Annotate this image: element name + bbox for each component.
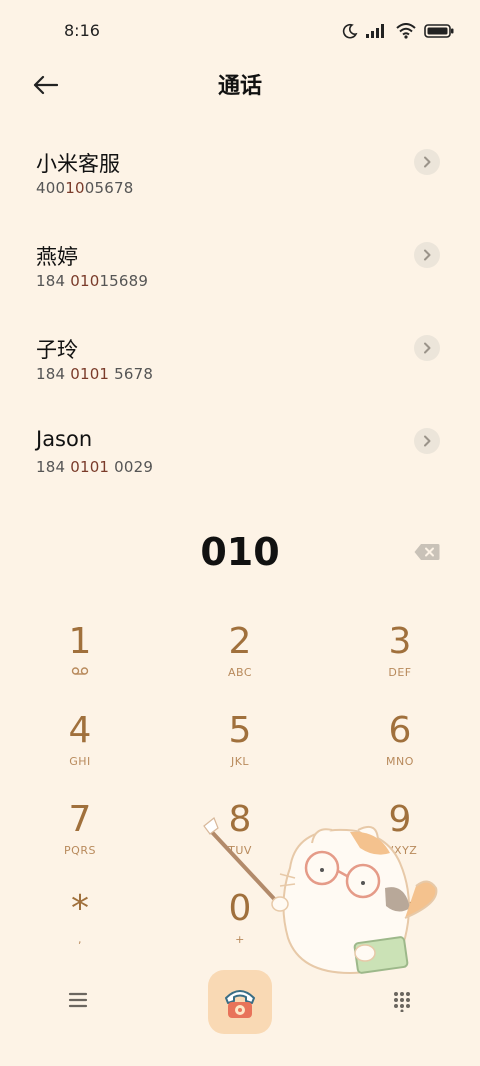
key-letters: WXYZ	[382, 844, 418, 857]
contact-number: 184 0101 0029	[36, 458, 154, 476]
key-star[interactable]: * ,	[20, 887, 140, 967]
page-title: 通话	[217, 74, 262, 99]
contact-item[interactable]: 燕婷 184 01015689	[0, 241, 480, 321]
phone-call-icon	[225, 990, 255, 1018]
contact-detail-button[interactable]	[414, 335, 440, 361]
key-digit: 9	[388, 799, 412, 840]
bottom-bar	[0, 968, 480, 1034]
wifi-icon	[396, 23, 416, 39]
key-digit: 3	[388, 621, 412, 662]
key-letters: +	[235, 933, 245, 946]
key-hash[interactable]: #	[340, 887, 460, 967]
contact-item[interactable]: Jason 184 0101 0029	[0, 427, 480, 507]
key-8[interactable]: 8 TUV	[180, 798, 300, 878]
status-bar: 8:16	[0, 0, 480, 62]
key-digit: 5	[228, 710, 252, 751]
number-match: 10	[65, 179, 85, 197]
key-4[interactable]: 4 GHI	[20, 709, 140, 789]
signal-icon	[366, 24, 384, 38]
call-button[interactable]	[208, 970, 272, 1034]
contact-name: 燕婷	[36, 245, 78, 269]
battery-icon	[424, 24, 454, 38]
backspace-button[interactable]	[414, 543, 440, 563]
key-letters: DEF	[388, 666, 412, 679]
status-icons	[342, 21, 454, 41]
contact-number: 4001005678	[36, 179, 134, 197]
key-digit: *	[71, 888, 89, 929]
key-1[interactable]: 1	[20, 620, 140, 700]
key-letters: ABC	[227, 666, 253, 679]
number-match: 0101	[70, 458, 110, 476]
key-9[interactable]: 9 WXYZ	[340, 798, 460, 878]
key-letters: PQRS	[64, 844, 96, 857]
contact-detail-button[interactable]	[414, 428, 440, 454]
key-letters: JKL	[230, 755, 250, 768]
contact-item[interactable]: 子玲 184 0101 5678	[0, 334, 480, 414]
key-5[interactable]: 5 JKL	[180, 709, 300, 789]
voicemail-icon	[20, 666, 140, 679]
contact-name: 子玲	[36, 338, 78, 362]
key-letters: MNO	[386, 755, 414, 768]
key-digit: 4	[68, 710, 92, 751]
contact-item[interactable]: 小米客服 4001005678	[0, 148, 480, 228]
key-digit: 2	[228, 621, 252, 662]
key-2[interactable]: 2 ABC	[180, 620, 300, 700]
chevron-right-icon	[424, 156, 431, 168]
menu-button[interactable]	[66, 990, 90, 1010]
contact-detail-button[interactable]	[414, 242, 440, 268]
number-match: 0101	[70, 365, 110, 383]
key-digit: 8	[228, 799, 252, 840]
key-letters: GHI	[69, 755, 91, 768]
status-time: 8:16	[64, 21, 100, 40]
moon-icon	[342, 23, 358, 39]
header: 通话	[0, 62, 480, 106]
dialpad-toggle-button[interactable]	[392, 990, 412, 1013]
key-6[interactable]: 6 MNO	[340, 709, 460, 789]
chevron-right-icon	[424, 249, 431, 261]
key-digit: 7	[68, 799, 92, 840]
contact-name: 小米客服	[36, 152, 120, 176]
contact-number: 184 01015689	[36, 272, 149, 290]
key-digit: 1	[68, 621, 92, 662]
contact-number: 184 0101 5678	[36, 365, 154, 383]
dial-number-display: 010	[200, 530, 280, 574]
key-letters: ,	[78, 933, 82, 946]
contact-detail-button[interactable]	[414, 149, 440, 175]
dialpad-icon	[394, 992, 410, 1013]
hamburger-menu-icon	[68, 992, 88, 1008]
key-3[interactable]: 3 DEF	[340, 620, 460, 700]
key-digit: 0	[228, 888, 252, 929]
contact-name: Jason	[36, 427, 93, 451]
backspace-icon	[414, 544, 440, 560]
chevron-right-icon	[424, 342, 431, 354]
number-match: 010	[70, 272, 100, 290]
key-7[interactable]: 7 PQRS	[20, 798, 140, 878]
key-digit: #	[384, 888, 416, 929]
chevron-right-icon	[424, 435, 431, 447]
key-letters: TUV	[228, 844, 252, 857]
key-digit: 6	[388, 710, 412, 751]
key-0[interactable]: 0 +	[180, 887, 300, 967]
